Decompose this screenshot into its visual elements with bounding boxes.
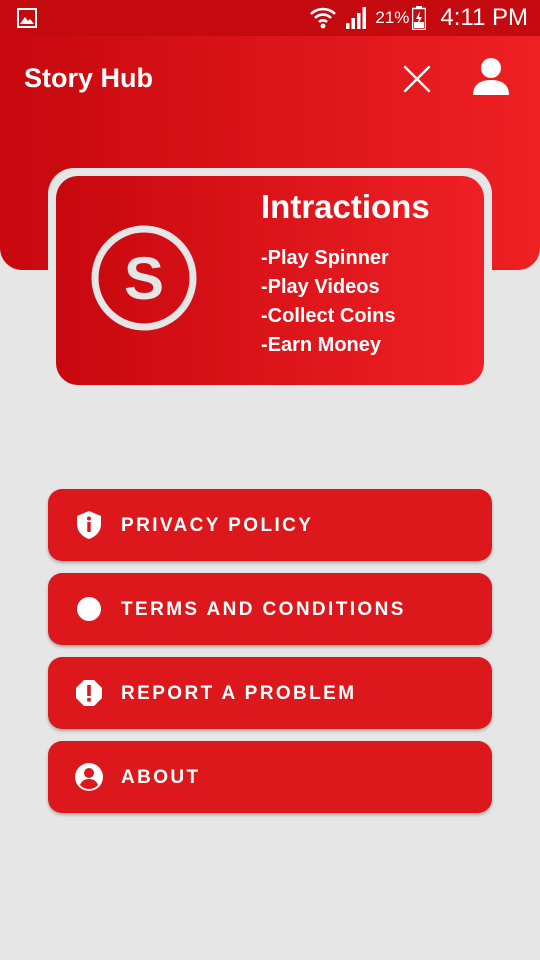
report-a-problem-label: REPORT A PROBLEM xyxy=(121,683,357,704)
terms-and-conditions-button[interactable]: TERMS AND CONDITIONS xyxy=(48,573,492,645)
status-icons: 21% 4:11 PM xyxy=(309,0,528,36)
battery-percent: 21% xyxy=(375,8,410,27)
terms-and-conditions-label: TERMS AND CONDITIONS xyxy=(121,599,406,620)
feature-item: -Play Videos xyxy=(261,276,380,298)
battery-charging-icon xyxy=(412,6,427,30)
logo-letter: S xyxy=(124,245,164,312)
gallery-icon xyxy=(17,8,37,28)
menu-list: PRIVACY POLICY TERMS AND CONDITIONS REPO… xyxy=(48,489,492,825)
alert-octagon-icon xyxy=(74,678,104,708)
close-button[interactable] xyxy=(398,60,436,98)
feature-item: -Collect Coins xyxy=(261,305,396,327)
shield-info-icon xyxy=(74,510,104,540)
card-title: Intractions xyxy=(261,188,430,225)
about-label: ABOUT xyxy=(121,767,201,788)
status-bar: 21% 4:11 PM xyxy=(0,0,540,36)
feature-list: -Play Spinner -Play Videos -Collect Coin… xyxy=(261,244,395,360)
privacy-policy-button[interactable]: PRIVACY POLICY xyxy=(48,489,492,561)
info-card: S Intractions -Play Spinner -Play Videos… xyxy=(56,176,484,385)
app-logo: S xyxy=(90,224,198,332)
status-time: 4:11 PM xyxy=(440,4,528,31)
feature-item: -Earn Money xyxy=(261,334,382,356)
circle-icon xyxy=(74,594,104,624)
report-a-problem-button[interactable]: REPORT A PROBLEM xyxy=(48,657,492,729)
person-icon xyxy=(473,58,509,95)
wifi-icon xyxy=(309,5,337,31)
close-icon xyxy=(403,65,431,93)
about-button[interactable]: ABOUT xyxy=(48,741,492,813)
account-circle-icon xyxy=(74,762,104,792)
profile-button[interactable] xyxy=(470,56,512,98)
signal-icon xyxy=(345,6,369,30)
app-title: Story Hub xyxy=(24,63,154,93)
privacy-policy-label: PRIVACY POLICY xyxy=(121,515,314,536)
feature-item: -Play Spinner xyxy=(261,247,389,269)
